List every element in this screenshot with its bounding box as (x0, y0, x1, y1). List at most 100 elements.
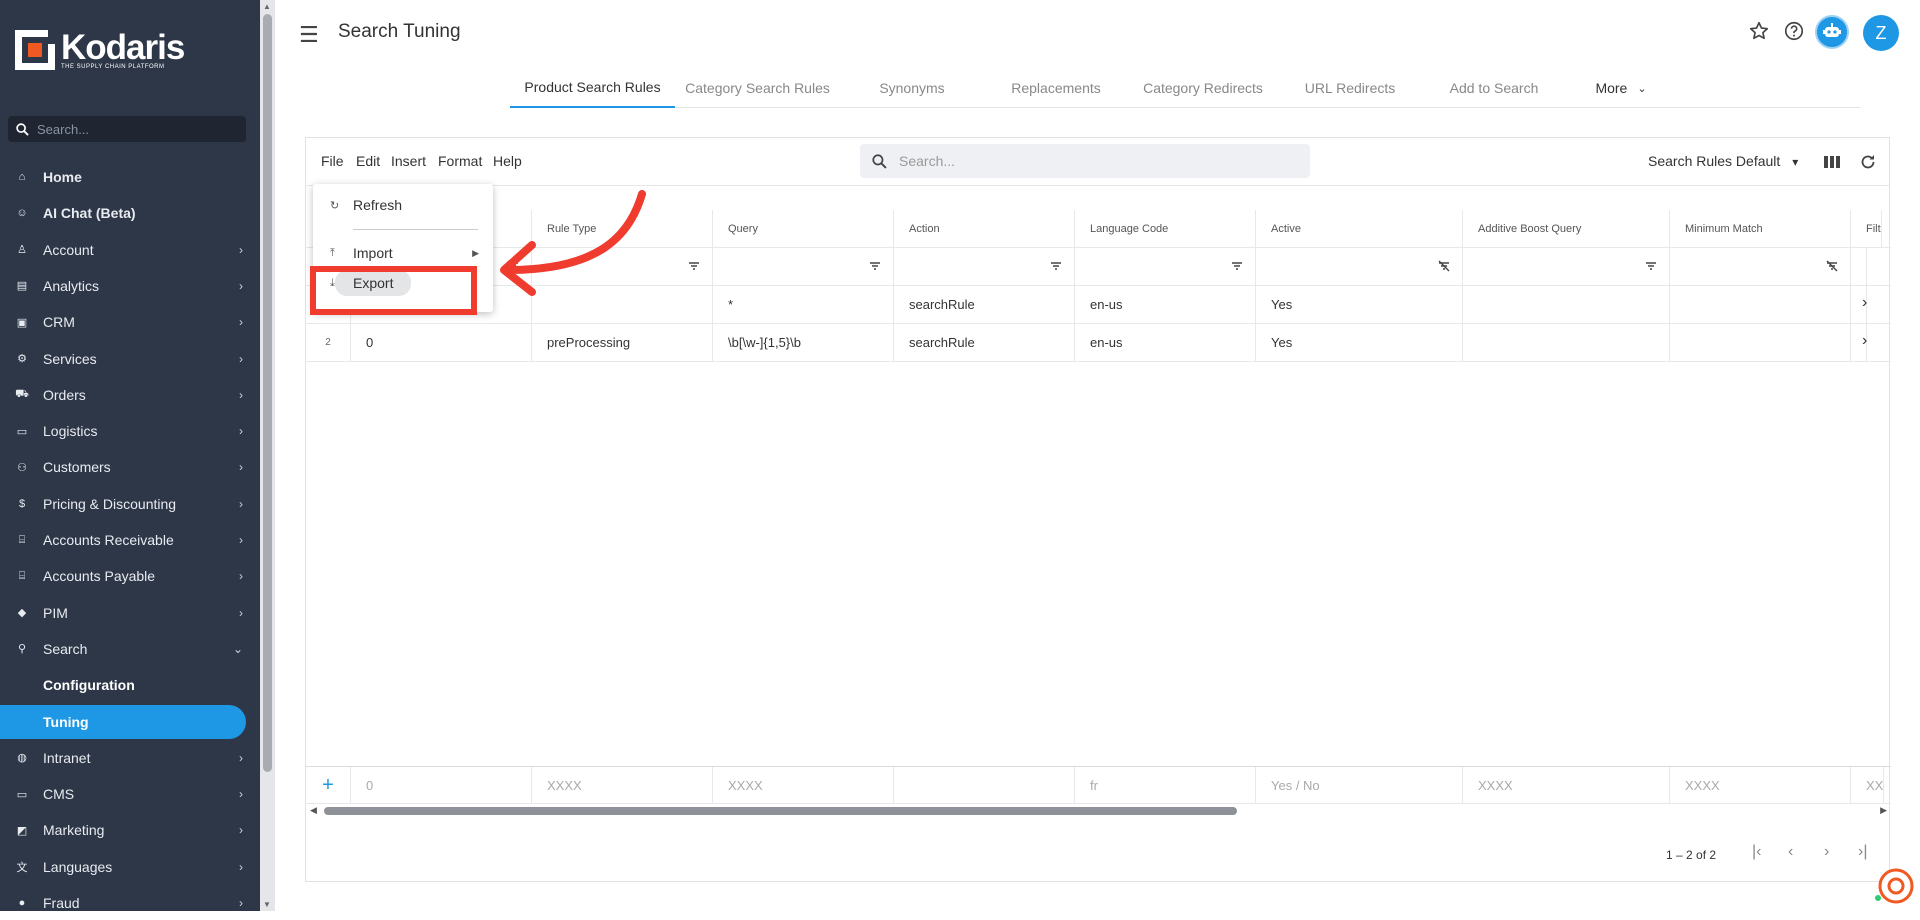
sidebar-item-account[interactable]: ♙ Account › (0, 233, 260, 267)
column-filter-cell[interactable] (1851, 248, 1867, 285)
columns-icon[interactable] (1822, 152, 1842, 172)
sidebar-item-services[interactable]: ⚙ Services › (0, 342, 260, 376)
menu-file[interactable]: File (321, 153, 344, 169)
grid-search-input[interactable] (899, 153, 1279, 169)
help-icon[interactable] (1783, 20, 1805, 42)
table-cell[interactable]: 0 (351, 324, 532, 361)
filter-off-icon[interactable] (1826, 260, 1838, 272)
table-cell[interactable]: \b[\w-]{1,5}\b (713, 324, 894, 361)
filter-icon[interactable] (1645, 260, 1657, 272)
new-row-input[interactable]: XXXX (1463, 767, 1670, 803)
sidebar-item-ai-chat-beta[interactable]: ☺ AI Chat (Beta) (0, 196, 260, 230)
grid-search[interactable] (860, 144, 1310, 178)
column-filter-cell[interactable] (1075, 248, 1256, 285)
table-cell[interactable] (1463, 324, 1670, 361)
tab-category-redirects[interactable]: Category Redirects (1128, 68, 1278, 108)
sidebar-search[interactable] (8, 116, 246, 142)
sidebar-item-intranet[interactable]: ◍ Intranet › (0, 741, 260, 775)
scroll-left-arrow-icon[interactable]: ◀ (310, 805, 317, 816)
table-row[interactable]: 2 0 preProcessing \b[\w-]{1,5}\b searchRule e… (306, 324, 1891, 362)
column-header[interactable]: Query (713, 210, 894, 247)
column-header[interactable]: Language Code (1075, 210, 1256, 247)
sidebar-item-fraud[interactable]: ● Fraud › (0, 886, 260, 920)
sidebar-subitem-configuration[interactable]: Configuration (0, 668, 246, 702)
column-filter-cell[interactable] (1670, 248, 1851, 285)
sidebar-item-cms[interactable]: ▭ CMS › (0, 777, 260, 811)
chat-support-icon[interactable] (1874, 866, 1914, 906)
sidebar-item-languages[interactable]: 文 Languages › (0, 850, 260, 884)
tab-add-to-search[interactable]: Add to Search (1422, 68, 1566, 108)
new-row-input[interactable]: XXXX (1670, 767, 1851, 803)
column-filter-cell[interactable] (1256, 248, 1463, 285)
next-page-icon[interactable]: › (1824, 843, 1829, 861)
menu-edit[interactable]: Edit (356, 153, 380, 169)
table-cell[interactable]: searchRule (894, 286, 1075, 323)
new-row-input[interactable] (894, 767, 1075, 803)
sidebar-item-orders[interactable]: ⛟ Orders › (0, 378, 260, 412)
filter-off-icon[interactable] (1438, 260, 1450, 272)
view-select[interactable]: Search Rules Default ▾ (1648, 153, 1798, 169)
add-row-button[interactable]: + (306, 767, 351, 803)
menu-item-refresh[interactable]: ↻ Refresh (313, 190, 493, 220)
menu-help[interactable]: Help (493, 153, 522, 169)
user-avatar[interactable]: Z (1863, 15, 1899, 51)
sidebar-subitem-tuning[interactable]: Tuning (0, 704, 246, 739)
new-row-input[interactable]: XXXX (532, 767, 713, 803)
table-cell[interactable]: en-us (1075, 286, 1256, 323)
column-header[interactable]: Filt (1851, 210, 1882, 247)
sidebar-item-pim[interactable]: ◆ PIM › (0, 596, 260, 630)
refresh-icon[interactable] (1858, 152, 1878, 172)
table-cell[interactable]: searchRule (894, 324, 1075, 361)
last-page-icon[interactable]: ›| (1858, 843, 1867, 861)
filter-icon[interactable] (1050, 260, 1062, 272)
scroll-down-arrow-icon[interactable]: ▼ (263, 900, 271, 909)
sidebar-item-accounts-receivable[interactable]: ⌸ Accounts Receivable › (0, 523, 260, 557)
table-cell[interactable] (1463, 286, 1670, 323)
horizontal-scrollbar[interactable]: ◀ ▶ (306, 804, 1891, 818)
column-header[interactable]: Additive Boost Query (1463, 210, 1670, 247)
new-row-input[interactable]: XXXX (713, 767, 894, 803)
tab-synonyms[interactable]: Synonyms (840, 68, 984, 108)
table-cell[interactable]: Yes (1256, 324, 1463, 361)
filter-icon[interactable] (1231, 260, 1243, 272)
sidebar-item-analytics[interactable]: ▤ Analytics › (0, 269, 260, 303)
sidebar-item-accounts-payable[interactable]: ⌸ Accounts Payable › (0, 559, 260, 593)
table-cell[interactable]: * (713, 286, 894, 323)
sidebar-scrollbar[interactable]: ▲ ▼ (260, 0, 275, 911)
sidebar-item-crm[interactable]: ▣ CRM › (0, 305, 260, 339)
new-row-input[interactable]: fr (1075, 767, 1256, 803)
filter-icon[interactable] (688, 260, 700, 272)
filter-icon[interactable] (869, 260, 881, 272)
table-cell[interactable]: preProcessing (532, 324, 713, 361)
table-cell[interactable]: en-us (1075, 324, 1256, 361)
sidebar-item-logistics[interactable]: ▭ Logistics › (0, 414, 260, 448)
new-row-input[interactable]: XX (1851, 767, 1885, 803)
sidebar-item-pricing-discounting[interactable]: $ Pricing & Discounting › (0, 487, 260, 521)
first-page-icon[interactable]: |‹ (1752, 843, 1761, 861)
table-cell[interactable] (1670, 286, 1851, 323)
sidebar-item-marketing[interactable]: ◩ Marketing › (0, 813, 260, 847)
menu-insert[interactable]: Insert (391, 153, 426, 169)
column-header[interactable]: Action (894, 210, 1075, 247)
sidebar-scroll-thumb[interactable] (263, 14, 272, 772)
tab-more[interactable]: More ⌄ (1566, 68, 1676, 108)
column-filter-cell[interactable] (894, 248, 1075, 285)
new-row-input[interactable]: Yes / No (1256, 767, 1463, 803)
scroll-up-arrow-icon[interactable]: ▲ (263, 2, 271, 11)
scroll-right-arrow-icon[interactable]: ▶ (1880, 805, 1887, 816)
star-icon[interactable] (1748, 20, 1770, 42)
column-filter-cell[interactable] (1463, 248, 1670, 285)
column-header[interactable]: Active (1256, 210, 1463, 247)
tab-url-redirects[interactable]: URL Redirects (1278, 68, 1422, 108)
hamburger-menu-icon[interactable]: ☰ (299, 22, 319, 48)
sidebar-search-input[interactable] (37, 121, 227, 137)
row-expand-chevron-icon[interactable]: › (1862, 332, 1867, 350)
tab-product-search-rules[interactable]: Product Search Rules (510, 68, 675, 108)
column-filter-cell[interactable] (713, 248, 894, 285)
tab-category-search-rules[interactable]: Category Search Rules (675, 68, 840, 108)
tab-replacements[interactable]: Replacements (984, 68, 1128, 108)
prev-page-icon[interactable]: ‹ (1788, 843, 1793, 861)
kodaris-logo[interactable]: Kodaris THE SUPPLY CHAIN PLATFORM (15, 30, 185, 70)
menu-format[interactable]: Format (438, 153, 482, 169)
new-row-input[interactable]: 0 (351, 767, 532, 803)
